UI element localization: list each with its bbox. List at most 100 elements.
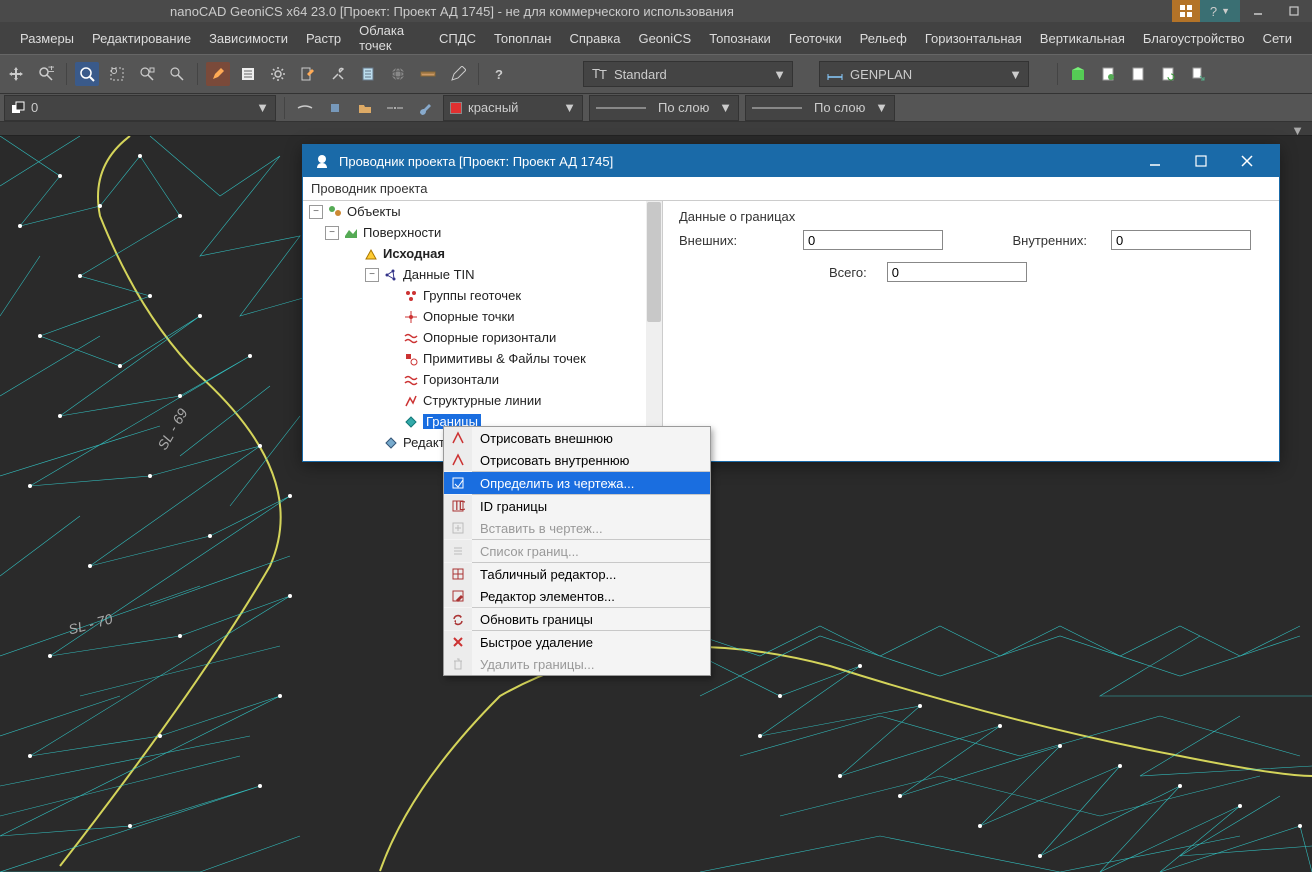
menu-redaktirovanie[interactable]: Редактирование [92,31,191,46]
tree-collapse-surfaces[interactable]: − [325,226,339,240]
menu-blagoustroys[interactable]: Благоустройство [1143,31,1245,46]
edit-mode-icon[interactable] [206,62,230,86]
project-window-icon [313,152,331,170]
linetype-label: По слою [658,100,709,115]
cm-draw-outer[interactable]: Отрисовать внешнюю [444,427,710,449]
gear-icon[interactable] [266,62,290,86]
sheet-icon[interactable] [1096,62,1120,86]
tree-source[interactable]: Исходная [383,246,445,261]
tree-ref-contours[interactable]: Опорные горизонтали [423,330,556,345]
cm-boundary-list: Список границ... [444,540,710,562]
cm-quick-delete[interactable]: Быстрое удаление [444,631,710,653]
ref-points-icon [403,309,419,325]
layer-name: 0 [31,100,38,115]
page-icon[interactable] [1126,62,1150,86]
color-name: красный [468,100,518,115]
menu-geonics[interactable]: GeoniCS [638,31,691,46]
geopoint-groups-icon [403,288,419,304]
package-green-icon[interactable] [1066,62,1090,86]
surfaces-icon [343,225,359,241]
project-window-titlebar[interactable]: Проводник проекта [Проект: Проект АД 174… [303,145,1279,177]
zoom-window-icon[interactable] [75,62,99,86]
measure-icon[interactable] [416,62,440,86]
cm-define-from-drawing[interactable]: Определить из чертежа... [444,472,710,494]
tree-surfaces[interactable]: Поверхности [363,225,441,240]
lineweight-combo[interactable]: По слою ▼ [745,95,895,121]
globe-icon[interactable] [386,62,410,86]
zoom-extents-icon[interactable] [105,62,129,86]
dim-style-combo[interactable]: GENPLAN ▼ [819,61,1029,87]
tree-struct-lines[interactable]: Структурные линии [423,393,541,408]
cm-element-editor[interactable]: Редактор элементов... [444,585,710,607]
doc-export-icon[interactable] [1186,62,1210,86]
text-style-value: Standard [614,67,667,82]
tools-icon[interactable] [326,62,350,86]
boundary-list-icon [444,540,472,562]
menu-razmery[interactable]: Размеры [20,31,74,46]
menu-geotochki[interactable]: Геоточки [789,31,842,46]
contours-icon [403,372,419,388]
cm-boundary-id[interactable]: IDID границы [444,495,710,517]
menu-seti[interactable]: Сети [1263,31,1292,46]
tree-scrollbar[interactable] [646,201,662,461]
edit-props-icon[interactable] [296,62,320,86]
inner-field[interactable] [1111,230,1251,250]
linetype-combo[interactable]: По слою ▼ [589,95,739,121]
folder-icon[interactable] [353,96,377,120]
doc-refresh-icon[interactable] [1156,62,1180,86]
linetype1-icon[interactable] [293,96,317,120]
linetype2-icon[interactable] [323,96,347,120]
menu-topoplan[interactable]: Топоплан [494,31,551,46]
tree-primitives[interactable]: Примитивы & Файлы точек [423,351,586,366]
help-icon[interactable]: ? [487,62,511,86]
project-tree[interactable]: −Объекты −Поверхности Исходная −Данные T… [303,201,663,461]
menubar: Размеры Редактирование Зависимости Растр… [0,22,1312,54]
menu-gorizontalnaya[interactable]: Горизонтальная [925,31,1022,46]
menu-topoznaki[interactable]: Топознаки [709,31,771,46]
dim-continue-icon[interactable] [383,96,407,120]
zoom-in-icon[interactable] [135,62,159,86]
pw-close-button[interactable] [1225,147,1269,175]
color-combo[interactable]: красный ▼ [443,95,583,121]
total-label: Всего: [829,265,867,280]
tree-objects[interactable]: Объекты [347,204,401,219]
notes-icon[interactable] [356,62,380,86]
delete-boundaries-icon [444,653,472,675]
app-menu-icon[interactable] [1172,0,1200,22]
outer-field[interactable] [803,230,943,250]
zoom-realtime-icon[interactable]: ± [34,62,58,86]
menu-oblaka-tochek[interactable]: Облака точек [359,23,421,53]
maximize-button[interactable] [1276,0,1312,22]
titlebar: nanoCAD GeoniCS x64 23.0 [Проект: Проект… [0,0,1312,22]
cm-draw-inner[interactable]: Отрисовать внутреннюю [444,449,710,471]
tree-geopoint-groups[interactable]: Группы геоточек [423,288,521,303]
tree-collapse-objects[interactable]: − [309,205,323,219]
pan-icon[interactable] [4,62,28,86]
project-window-subtitle: Проводник проекта [303,177,1279,201]
color-swatch [450,102,462,114]
list-icon[interactable] [236,62,260,86]
brush-icon[interactable] [413,96,437,120]
tree-tin-data[interactable]: Данные TIN [403,267,475,282]
pw-minimize-button[interactable] [1133,147,1177,175]
menu-zavisimosIsti[interactable]: Зависимости [209,31,288,46]
zoom-out-icon[interactable] [165,62,189,86]
cm-update-boundaries[interactable]: Обновить границы [444,608,710,630]
text-style-combo[interactable]: TT Standard ▼ [583,61,793,87]
menu-spravka[interactable]: Справка [569,31,620,46]
pw-maximize-button[interactable] [1179,147,1223,175]
tree-contours[interactable]: Горизонтали [423,372,499,387]
minimize-button[interactable] [1240,0,1276,22]
help-dropdown[interactable]: ?▼ [1200,0,1240,22]
menu-spds[interactable]: СПДС [439,31,476,46]
total-field[interactable] [887,262,1027,282]
edit-tin-icon [383,435,399,451]
drawing-canvas[interactable]: SL - 69 SL - 70 Проводник проекта [Проек… [0,136,1312,872]
cm-table-editor[interactable]: Табличный редактор... [444,563,710,585]
menu-vertikalnaya[interactable]: Вертикальная [1040,31,1125,46]
tree-ref-points[interactable]: Опорные точки [423,309,514,324]
layer-combo[interactable]: 0 ▼ [4,95,276,121]
pencil-icon[interactable] [446,62,470,86]
menu-relief[interactable]: Рельеф [860,31,907,46]
tree-collapse-tin[interactable]: − [365,268,379,282]
